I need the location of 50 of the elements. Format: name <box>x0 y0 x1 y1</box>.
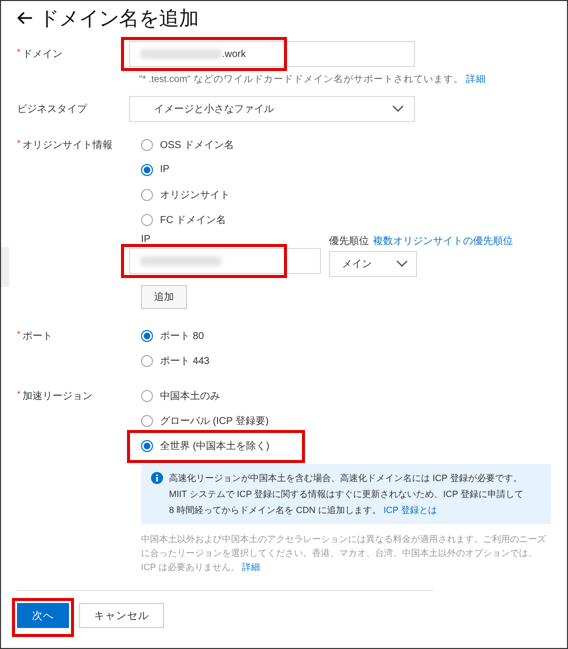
field-label: 加速リージョン <box>22 390 93 403</box>
chevron-icon <box>392 105 404 113</box>
domain-value: .work <box>222 48 246 60</box>
domain-input[interactable]: .work <box>129 41 415 67</box>
required-mark: * <box>17 389 21 399</box>
radio-button[interactable] <box>141 138 153 150</box>
info-text: 高速化リージョンが中国本土を含む場合、高速化ドメイン名には ICP 登録が必要です。 MIIT システムで ICP 登録に関する情報はすぐに更新されないため、ICP 登録に申請して 8 時間経ってからドメイン名を CDN に追加します。 ICP 登録とは <box>169 472 525 517</box>
required-mark: * <box>17 47 21 57</box>
icp-link[interactable]: ICP 登録とは <box>384 505 437 515</box>
chevron-icon <box>396 260 408 268</box>
hint-text: "* .test.com" などのワイルドカードドメイン名がサポートされています。 詳細 <box>139 73 487 86</box>
option-label: OSS ドメイン名 <box>160 138 234 152</box>
option-label: 全世界 (中国本土を除く) <box>160 440 270 452</box>
radio-button[interactable] <box>141 164 153 176</box>
radio-button[interactable] <box>141 330 153 342</box>
highlight-frame <box>12 598 74 637</box>
priority-select[interactable]: メイン <box>329 251 417 277</box>
field-label: ビジネスタイプ <box>17 102 87 116</box>
cancel-button[interactable]: キャンセル <box>79 603 164 628</box>
ip-input[interactable] <box>129 248 321 274</box>
info-icon <box>151 472 163 484</box>
field-label: ポート <box>22 330 53 343</box>
option-label: グローバル (ICP 登録要) <box>160 414 269 428</box>
radio-button[interactable] <box>141 214 153 226</box>
option-label: ポート 443 <box>160 354 210 368</box>
option-label: IP <box>160 164 170 175</box>
required-mark: * <box>17 138 21 148</box>
radio-button[interactable] <box>141 390 153 402</box>
radio-button[interactable] <box>141 354 153 366</box>
business-type-select[interactable]: イメージと小さなファイル <box>129 96 415 122</box>
required-mark: * <box>17 329 21 339</box>
option-label: FC ドメイン名 <box>160 214 226 226</box>
field-label: ドメイン <box>22 48 63 61</box>
radio-button[interactable] <box>141 440 153 452</box>
add-button[interactable]: 追加 <box>141 285 187 309</box>
details-link[interactable]: 詳細 <box>242 562 260 572</box>
field-label: オリジンサイト情報 <box>22 138 113 152</box>
ip-label: IP <box>140 234 152 245</box>
next-button[interactable]: 次へ <box>17 603 69 628</box>
note-text: 中国本土以外および中国本土のアクセラレーションには異なる料金が適用されます。ご利用のニーズに合ったリージョンを選択してください。香港、マカオ、台湾、中国本土以外のオプションでは、ICP は必要ありません。 詳細 <box>141 533 547 574</box>
priority-link[interactable]: 複数オリジンサイトの優先順位 <box>373 234 513 248</box>
option-label: オリジンサイト <box>160 188 230 202</box>
priority-label: 優先順位 <box>329 234 369 248</box>
back-arrow-icon[interactable] <box>17 11 33 25</box>
radio-button[interactable] <box>141 414 153 426</box>
page-title: ドメイン名を追加 <box>39 6 199 32</box>
option-label: ポート 80 <box>160 330 204 342</box>
details-link[interactable]: 詳細 <box>466 74 486 85</box>
option-label: 中国本土のみ <box>160 390 220 402</box>
radio-button[interactable] <box>141 188 153 200</box>
